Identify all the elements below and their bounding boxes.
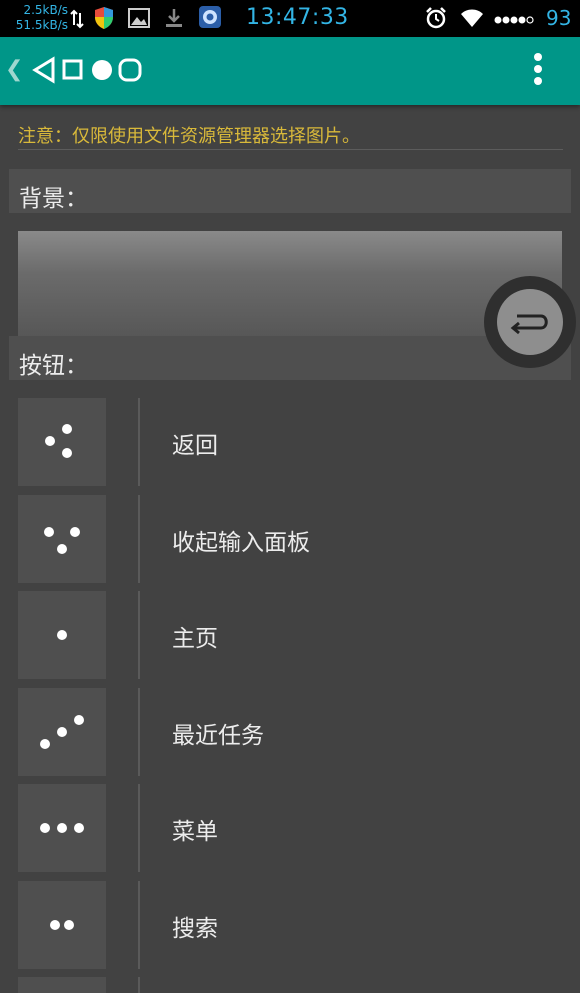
download-icon	[164, 7, 184, 33]
network-speed: 2.5kB/s 51.5kB/s	[8, 3, 68, 33]
divider	[138, 398, 140, 486]
divider	[138, 977, 140, 993]
background-section-label: 背景：	[19, 186, 88, 212]
app-logo-icon	[32, 55, 144, 89]
action-bar: ❮	[0, 37, 580, 105]
image-icon	[128, 8, 150, 32]
hide-keyboard-dots-icon	[18, 495, 106, 583]
button-row-menu[interactable]: 菜单	[18, 784, 578, 872]
button-row-search[interactable]: 搜索	[18, 881, 578, 969]
search-dots-icon	[18, 881, 106, 969]
menu-dots-icon	[18, 784, 106, 872]
divider	[18, 149, 563, 150]
button-row-back[interactable]: 返回	[18, 398, 578, 486]
partial-icon-box	[18, 977, 106, 993]
background-preview[interactable]	[18, 231, 562, 336]
alarm-icon	[425, 7, 447, 33]
signal-icon	[494, 11, 536, 30]
app-notification-icon	[198, 5, 222, 33]
button-label-recent-tasks: 最近任务	[172, 723, 264, 749]
data-transfer-icon	[70, 9, 84, 33]
notice-text: 注意：仅限使用文件资源管理器选择图片。	[18, 126, 360, 147]
download-speed: 51.5kB/s	[15, 18, 68, 32]
button-label-back: 返回	[172, 433, 218, 459]
divider	[138, 591, 140, 679]
divider	[138, 688, 140, 776]
battery-level: 93	[546, 6, 572, 30]
divider	[138, 784, 140, 872]
button-label-home: 主页	[172, 626, 218, 652]
status-clock: 13:47:33	[246, 5, 349, 30]
button-row-hide-keyboard[interactable]: 收起输入面板	[18, 495, 578, 583]
back-dots-icon	[18, 398, 106, 486]
home-dot-icon	[18, 591, 106, 679]
button-label-search: 搜索	[172, 916, 218, 942]
button-row-home[interactable]: 主页	[18, 591, 578, 679]
buttons-section-label: 按钮：	[19, 353, 88, 379]
divider	[138, 881, 140, 969]
status-bar: 2.5kB/s 51.5kB/s 13:47:33 93	[0, 0, 580, 37]
background-section-header: 背景：	[9, 169, 571, 213]
up-navigation-icon[interactable]: ❮	[5, 57, 23, 82]
overflow-menu-icon[interactable]	[528, 53, 548, 91]
button-label-hide-keyboard: 收起输入面板	[172, 530, 310, 556]
button-row-recent-tasks[interactable]: 最近任务	[18, 688, 578, 776]
shield-icon	[94, 6, 114, 34]
buttons-section-header: 按钮：	[9, 336, 571, 380]
button-row-partial[interactable]	[18, 977, 578, 993]
upload-speed: 2.5kB/s	[23, 3, 68, 17]
divider	[138, 495, 140, 583]
floating-back-button[interactable]	[484, 276, 576, 368]
undo-arrow-icon	[510, 314, 548, 335]
wifi-icon	[460, 8, 484, 32]
button-label-menu: 菜单	[172, 819, 218, 845]
recent-tasks-dots-icon	[18, 688, 106, 776]
